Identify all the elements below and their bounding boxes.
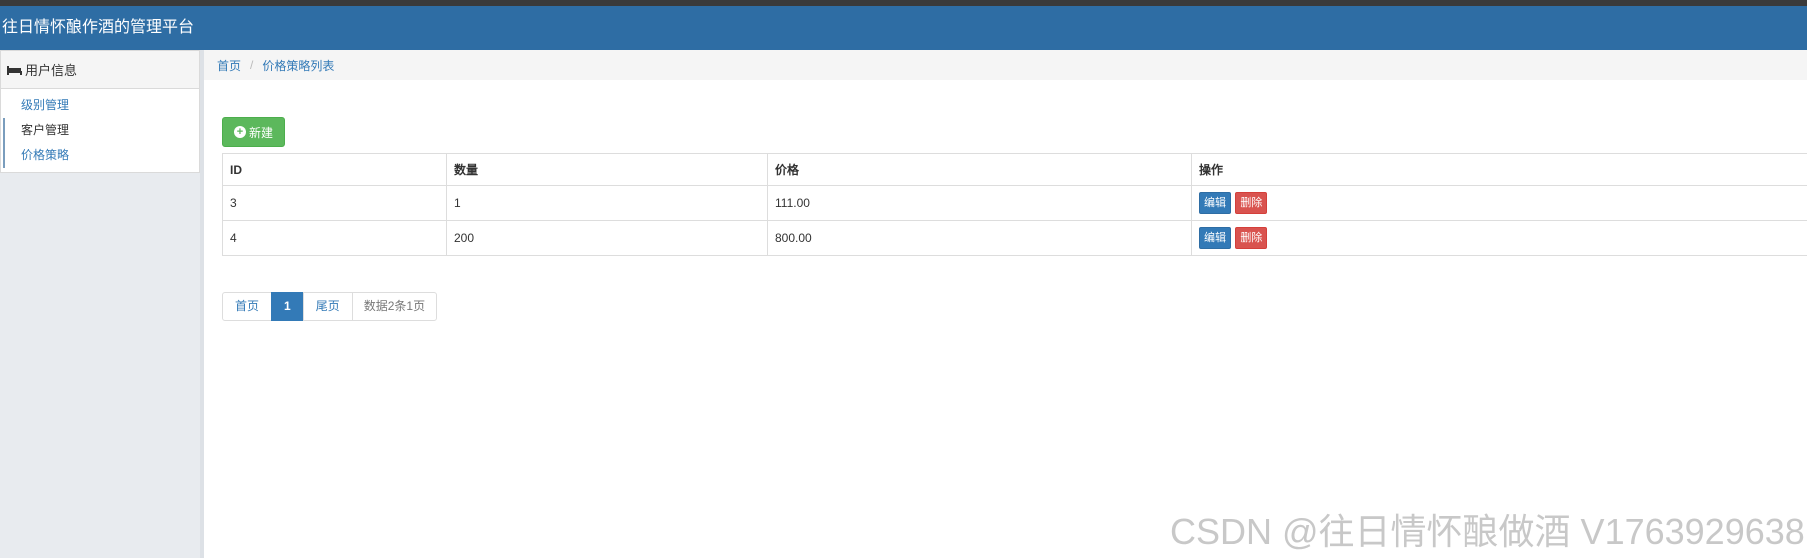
column-header-quantity: 数量 xyxy=(446,153,768,186)
breadcrumb: 首页 / 价格策略列表 xyxy=(204,50,1807,80)
app-title[interactable]: 往日情怀酿作酒的管理平台 xyxy=(2,6,194,50)
cell-quantity: 1 xyxy=(446,185,768,221)
cell-price: 111.00 xyxy=(767,185,1192,221)
column-header-actions: 操作 xyxy=(1191,153,1807,186)
column-header-price: 价格 xyxy=(767,153,1192,186)
cell-actions: 编辑 删除 xyxy=(1191,185,1807,221)
sidebar-item-label[interactable]: 价格策略 xyxy=(21,148,69,162)
new-button-label: 新建 xyxy=(248,125,273,140)
top-navbar: 往日情怀酿作酒的管理平台 xyxy=(0,6,1807,51)
edit-button[interactable]: 编辑 xyxy=(1199,192,1231,214)
table-header-row: ID 数量 价格 操作 xyxy=(222,153,1807,186)
breadcrumb-separator: / xyxy=(250,58,254,72)
column-header-id: ID xyxy=(222,153,447,186)
delete-button[interactable]: 删除 xyxy=(1235,192,1268,214)
sidebar-panel-title: 用户信息 xyxy=(25,63,78,78)
sidebar-item-price-strategy[interactable]: 价格策略 xyxy=(1,143,199,168)
sidebar: 用户信息 级别管理 客户管理 价格策略 xyxy=(0,50,204,558)
delete-button[interactable]: 删除 xyxy=(1235,227,1268,249)
cell-id: 4 xyxy=(222,220,447,256)
watermark: CSDN @往日情怀酿做酒 V1763929638 xyxy=(1170,511,1805,552)
breadcrumb-current[interactable]: 价格策略列表 xyxy=(262,57,334,74)
pagination-page-current[interactable]: 1 xyxy=(271,292,304,321)
bed-icon xyxy=(7,65,22,75)
sidebar-panel-header: 用户信息 xyxy=(1,51,199,89)
sidebar-item-label[interactable]: 级别管理 xyxy=(21,98,69,112)
sidebar-nav: 级别管理 客户管理 价格策略 xyxy=(1,89,199,172)
pagination: 首页 1 尾页 数据2条1页 xyxy=(222,292,438,321)
table-row: 4 200 800.00 编辑 删除 xyxy=(222,220,1807,256)
breadcrumb-home[interactable]: 首页 xyxy=(217,57,241,74)
plus-circle-icon: + xyxy=(233,126,246,138)
pagination-info: 数据2条1页 xyxy=(351,292,438,321)
cell-quantity: 200 xyxy=(446,220,768,256)
sidebar-panel: 用户信息 级别管理 客户管理 价格策略 xyxy=(0,50,200,173)
cell-id: 3 xyxy=(222,185,447,221)
pagination-first[interactable]: 首页 xyxy=(222,292,273,321)
cell-actions: 编辑 删除 xyxy=(1191,220,1807,256)
cell-price: 800.00 xyxy=(767,220,1192,256)
sidebar-item-level[interactable]: 级别管理 xyxy=(1,93,199,118)
price-strategy-table: ID 数量 价格 操作 3 1 111.00 编辑 删除 4 200 800.0… xyxy=(222,153,1807,256)
sidebar-item-customer[interactable]: 客户管理 xyxy=(1,118,199,143)
new-button[interactable]: + 新建 xyxy=(222,117,285,147)
table-row: 3 1 111.00 编辑 删除 xyxy=(222,185,1807,221)
edit-button[interactable]: 编辑 xyxy=(1199,227,1231,249)
pagination-last[interactable]: 尾页 xyxy=(302,292,353,321)
sidebar-item-label[interactable]: 客户管理 xyxy=(21,123,69,137)
